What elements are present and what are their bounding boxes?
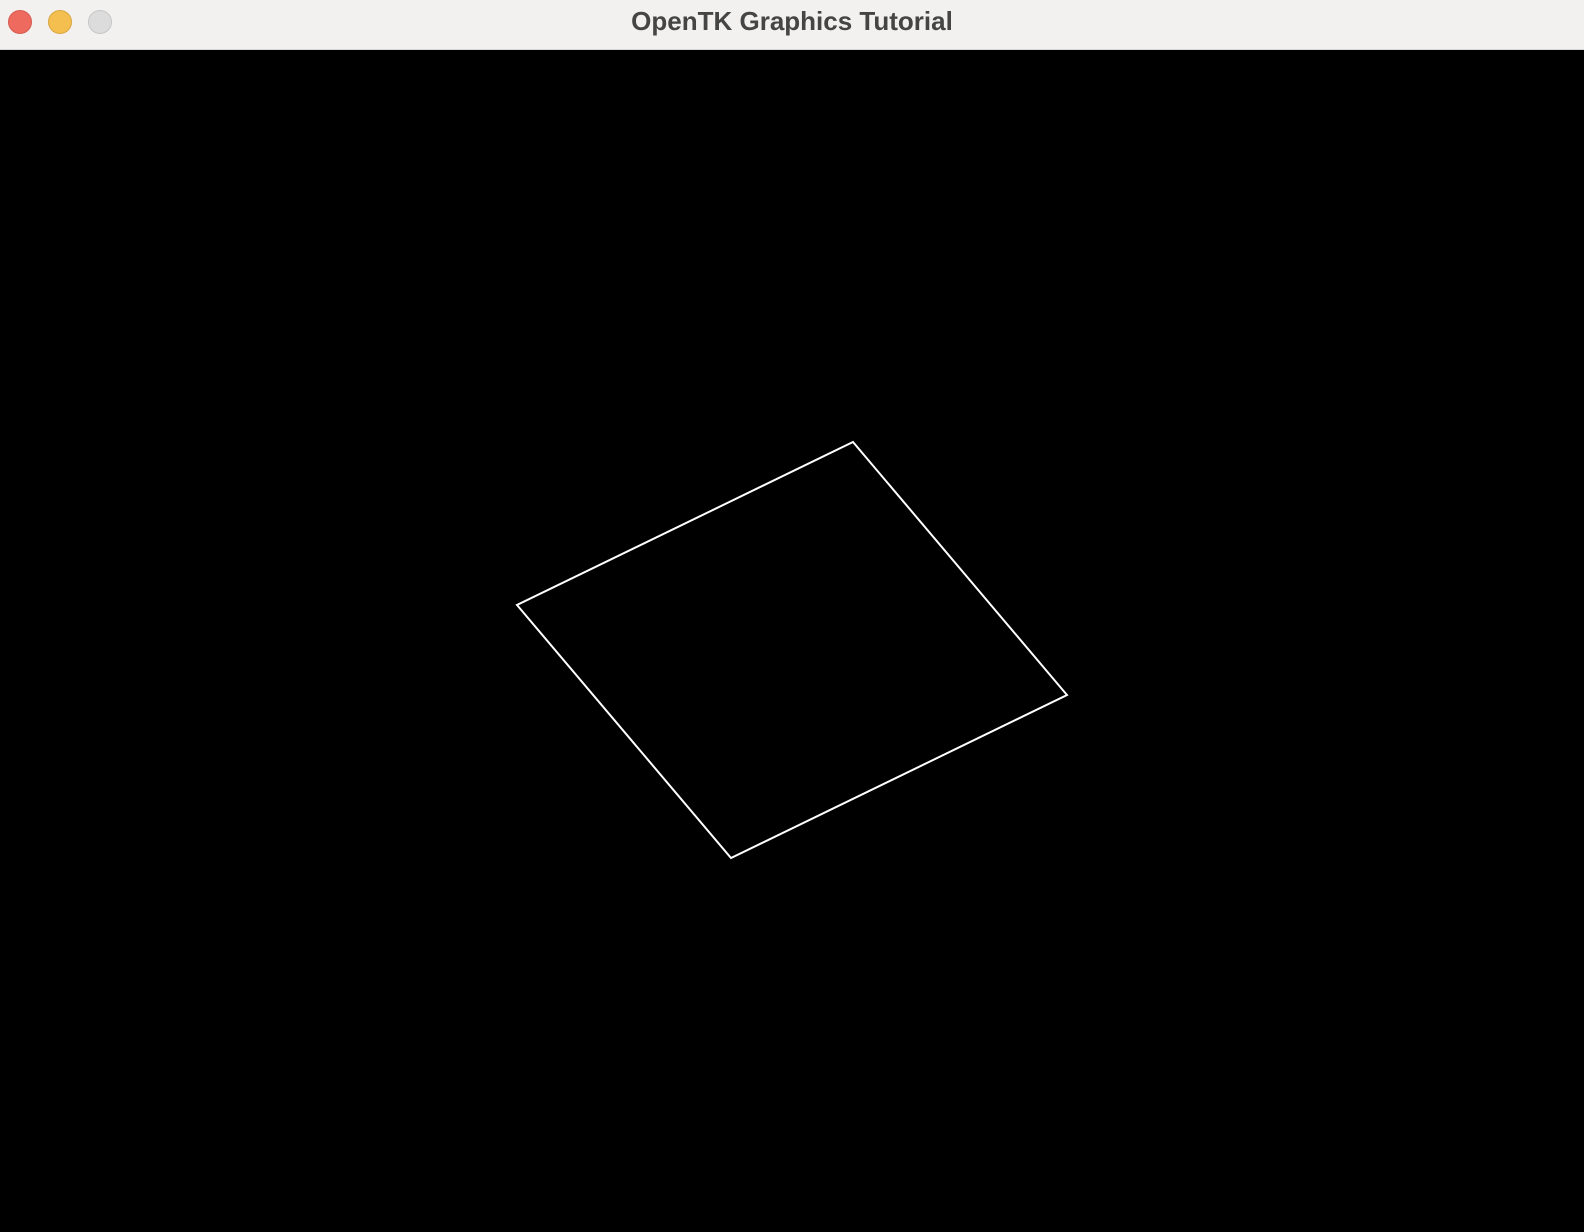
window-title: OpenTK Graphics Tutorial <box>631 6 953 36</box>
render-canvas <box>0 50 1584 1232</box>
canvas-background <box>0 50 1584 1232</box>
app-window: OpenTK Graphics Tutorial <box>0 0 1584 1232</box>
render-viewport[interactable] <box>0 50 1584 1232</box>
title-bar[interactable]: OpenTK Graphics Tutorial <box>0 0 1584 50</box>
